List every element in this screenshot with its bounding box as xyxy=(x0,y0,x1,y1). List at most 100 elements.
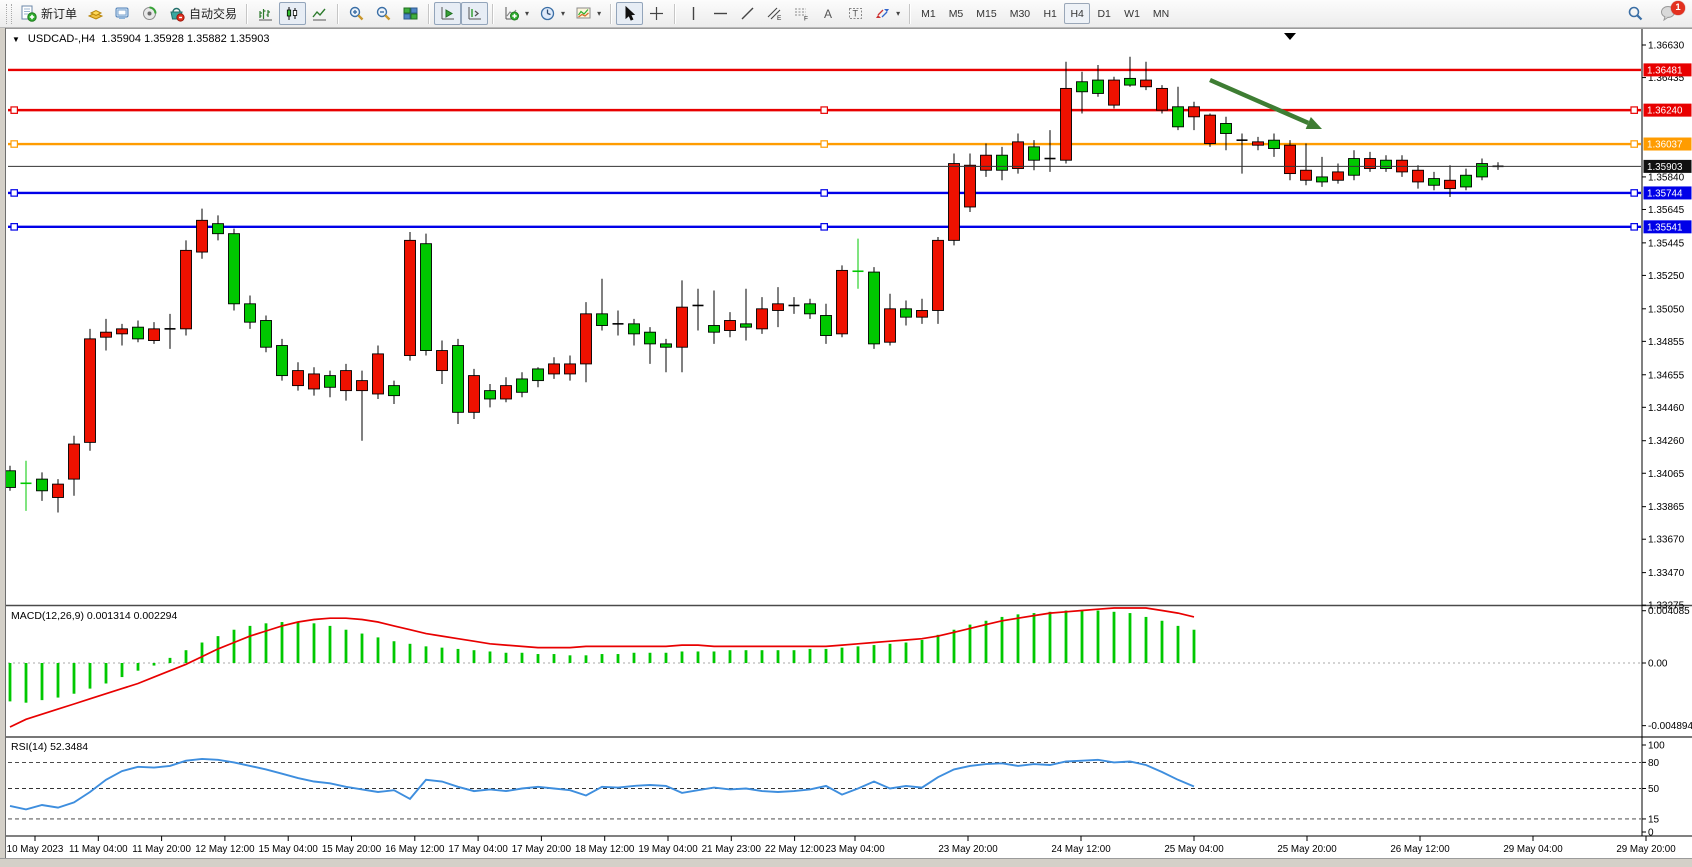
data-window-button[interactable] xyxy=(109,2,136,25)
line-anchor-handle[interactable] xyxy=(1631,190,1637,196)
notifications-button[interactable]: 1 xyxy=(1655,2,1685,25)
new-order-button[interactable]: 新订单 xyxy=(15,2,82,25)
time-axis-scale-area[interactable] xyxy=(0,836,1692,858)
label-letter: T xyxy=(853,9,859,19)
chart-title-bar: ▼ USDCAD-,H4 1.35904 1.35928 1.35882 1.3… xyxy=(12,33,270,45)
periods-icon xyxy=(539,5,556,22)
line-anchor-handle[interactable] xyxy=(11,107,17,113)
cursor-button[interactable] xyxy=(616,2,643,25)
zoom-in-button[interactable] xyxy=(343,2,370,25)
tile-windows-icon xyxy=(402,5,419,22)
tile-windows-button[interactable] xyxy=(397,2,424,25)
candle xyxy=(229,229,240,311)
line-chart-icon xyxy=(311,5,328,22)
dropdown-caret-icon: ▾ xyxy=(525,9,529,18)
autotrading-button[interactable]: 自动交易 xyxy=(163,2,242,25)
price-axis-scale-area[interactable] xyxy=(1642,28,1692,836)
vertical-line-button[interactable] xyxy=(680,2,707,25)
fibonacci-button[interactable]: F xyxy=(788,2,815,25)
chart-ohlc-values: 1.35904 1.35928 1.35882 1.35903 xyxy=(101,33,269,45)
candle xyxy=(469,369,480,419)
bar-chart-button[interactable] xyxy=(252,2,279,25)
line-anchor-handle[interactable] xyxy=(1631,107,1637,113)
fibonacci-letter: F xyxy=(804,16,808,23)
candle xyxy=(869,267,880,349)
toolbar-separator xyxy=(246,4,248,24)
chart-shift-button[interactable] xyxy=(461,2,488,25)
candle xyxy=(933,237,944,324)
horizontal-line-button[interactable] xyxy=(707,2,734,25)
templates-icon xyxy=(575,5,592,22)
candlestick-chart-icon xyxy=(284,5,301,22)
market-watch-button[interactable] xyxy=(82,2,109,25)
timeframe-button-M15[interactable]: M15 xyxy=(970,3,1002,24)
rsi-label: RSI(14) 52.3484 xyxy=(11,741,88,753)
autoscroll-icon xyxy=(439,5,456,22)
search-button[interactable] xyxy=(1622,2,1649,25)
line-anchor-handle[interactable] xyxy=(11,224,17,230)
autoscroll-button[interactable] xyxy=(434,2,461,25)
crosshair-button[interactable] xyxy=(643,2,670,25)
line-anchor-handle[interactable] xyxy=(11,190,17,196)
timeframe-button-D1[interactable]: D1 xyxy=(1091,3,1117,24)
dropdown-caret-icon: ▾ xyxy=(561,9,565,18)
timeframe-button-M1[interactable]: M1 xyxy=(915,3,942,24)
periods-button[interactable]: ▾ xyxy=(534,2,570,25)
text-label-icon: T xyxy=(847,5,864,22)
line-chart-button[interactable] xyxy=(306,2,333,25)
line-anchor-handle[interactable] xyxy=(1631,141,1637,147)
timeframe-button-M5[interactable]: M5 xyxy=(943,3,970,24)
line-anchor-handle[interactable] xyxy=(821,141,827,147)
toolbar-separator xyxy=(610,4,612,24)
horizontal-line-icon xyxy=(712,5,729,22)
templates-button[interactable]: ▾ xyxy=(570,2,606,25)
line-anchor-handle[interactable] xyxy=(821,224,827,230)
timeframe-group: M1M5M15M30H1H4D1W1MN xyxy=(915,3,1175,24)
line-anchor-handle[interactable] xyxy=(11,141,17,147)
toolbar-separator xyxy=(337,4,339,24)
chart-symbol-title: USDCAD-,H4 1.35904 1.35928 1.35882 1.359… xyxy=(28,33,270,45)
indicators-icon xyxy=(503,5,520,22)
navigator-icon xyxy=(141,5,158,22)
candle xyxy=(453,339,464,424)
timeframe-button-H4[interactable]: H4 xyxy=(1064,3,1090,24)
notification-badge: 1 xyxy=(1671,1,1685,15)
timeframe-button-MN[interactable]: MN xyxy=(1147,3,1175,24)
navigator-button[interactable] xyxy=(136,2,163,25)
arrows-button[interactable]: ▾ xyxy=(869,2,905,25)
collapse-ohlc-icon[interactable]: ▼ xyxy=(12,35,20,44)
candle xyxy=(261,315,272,352)
chart-background xyxy=(6,28,1692,859)
toolbar-separator xyxy=(909,4,911,24)
line-anchor-handle[interactable] xyxy=(1631,224,1637,230)
timeframe-button-M30[interactable]: M30 xyxy=(1004,3,1036,24)
text-button[interactable]: A xyxy=(815,2,842,25)
timeframe-button-W1[interactable]: W1 xyxy=(1118,3,1146,24)
candle xyxy=(181,240,192,335)
equidistant-channel-button[interactable]: E xyxy=(761,2,788,25)
new-order-label: 新订单 xyxy=(41,5,77,22)
cursor-icon xyxy=(621,5,638,22)
autotrading-label: 自动交易 xyxy=(189,5,237,22)
dropdown-caret-icon: ▾ xyxy=(597,9,601,18)
trendline-button[interactable] xyxy=(734,2,761,25)
candle xyxy=(277,339,288,381)
zoom-out-button[interactable] xyxy=(370,2,397,25)
crosshair-icon xyxy=(648,5,665,22)
line-anchor-handle[interactable] xyxy=(821,107,827,113)
bar-chart-icon xyxy=(257,5,274,22)
indicators-button[interactable]: ▾ xyxy=(498,2,534,25)
candle xyxy=(85,329,96,451)
toolbar: 新订单 xyxy=(0,0,1692,28)
candle xyxy=(837,265,848,337)
zoom-in-icon xyxy=(348,5,365,22)
candlestick-chart-button[interactable] xyxy=(279,2,306,25)
line-anchor-handle[interactable] xyxy=(821,190,827,196)
vertical-line-icon xyxy=(685,5,702,22)
chart-shift-icon xyxy=(466,5,483,22)
text-label-button[interactable]: T xyxy=(842,2,869,25)
candle xyxy=(1205,113,1216,146)
arrows-icon xyxy=(874,5,891,22)
chart-canvas[interactable]: MACD(12,26,9) 0.001314 0.002294RSI(14) 5… xyxy=(0,0,1692,867)
timeframe-button-H1[interactable]: H1 xyxy=(1037,3,1063,24)
